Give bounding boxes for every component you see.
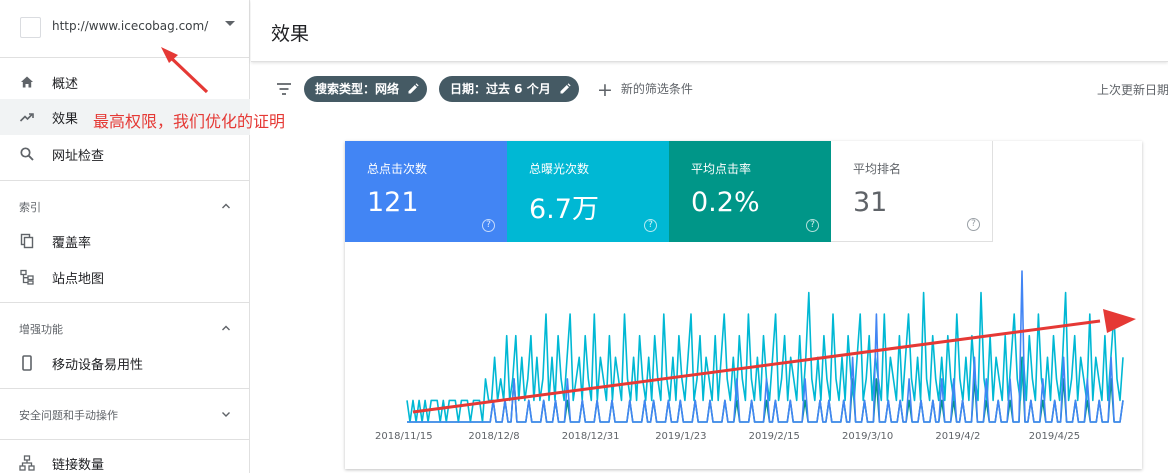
divider (0, 388, 250, 389)
sidebar-item-label: 站点地图 (52, 272, 105, 287)
plus-icon: + (597, 79, 613, 101)
annotation-text: 最高权限，我们优化的证明 (93, 112, 286, 131)
sidebar-item-mobile-usability[interactable]: 移动设备易用性 (0, 345, 250, 381)
page-header: 效果 (251, 0, 1168, 62)
sitemap-icon (20, 269, 34, 285)
chip-label: 日期：过去 6 个月 (450, 82, 551, 96)
section-index[interactable]: 索引 (0, 190, 250, 222)
sidebar-item-label: 移动设备易用性 (52, 358, 144, 373)
section-label: 增强功能 (19, 323, 63, 336)
network-icon (19, 455, 35, 471)
section-label: 安全问题和手动操作 (19, 409, 118, 422)
sidebar-item-sitemaps[interactable]: 站点地图 (0, 259, 250, 295)
pencil-icon[interactable] (559, 83, 571, 95)
home-icon (21, 76, 33, 88)
performance-line-chart (406, 270, 1124, 423)
add-filter-label: 新的筛选条件 (620, 82, 693, 96)
sidebar-item-label: 效果 (52, 112, 79, 127)
x-tick-label: 2019/4/2 (935, 431, 981, 442)
search-type-filter-chip[interactable]: 搜索类型：网络 (304, 76, 428, 102)
x-tick-label: 2019/3/10 (842, 431, 894, 442)
date-filter-chip[interactable]: 日期：过去 6 个月 (439, 76, 579, 102)
filter-icon[interactable] (275, 81, 293, 97)
smartphone-icon (22, 355, 32, 371)
chevron-up-icon[interactable] (220, 322, 232, 334)
section-enhancements[interactable]: 增强功能 (0, 312, 250, 344)
section-label: 索引 (19, 201, 41, 214)
chip-label: 搜索类型：网络 (315, 82, 400, 96)
page-title: 效果 (271, 23, 310, 45)
performance-card: 总点击次数 121 ? 总曝光次数 6.7万 ? 平均点击率 0.2% ? 平均… (345, 141, 1142, 469)
property-url: http://www.icecobag.com/ (52, 19, 209, 33)
property-favicon (20, 17, 41, 38)
chevron-down-icon[interactable] (220, 408, 232, 420)
dropdown-arrow-icon[interactable] (225, 21, 235, 26)
section-security[interactable]: 安全问题和手动操作 (0, 398, 250, 430)
x-tick-label: 2018/12/8 (468, 431, 520, 442)
search-icon (20, 147, 34, 161)
sidebar-item-links[interactable]: 链接数量 (0, 445, 250, 473)
x-tick-label: 2018/12/31 (561, 431, 620, 442)
sidebar-item-label: 覆盖率 (52, 236, 92, 251)
x-tick-label: 2019/1/23 (655, 431, 707, 442)
last-updated-text: 上次更新日期 (1097, 83, 1168, 97)
x-tick-label: 2018/11/15 (375, 431, 433, 442)
sidebar: http://www.icecobag.com/ 概述 效果 网址检查 索引 覆… (0, 0, 250, 473)
trending-up-icon (19, 113, 34, 122)
pencil-icon[interactable] (407, 83, 419, 95)
sidebar-item-label: 网址检查 (52, 149, 105, 164)
x-tick-label: 2019/4/25 (1028, 431, 1081, 442)
add-filter-button[interactable]: + 新的筛选条件 (597, 79, 693, 101)
sidebar-item-coverage[interactable]: 覆盖率 (0, 223, 250, 259)
chevron-up-icon[interactable] (220, 200, 232, 212)
property-selector[interactable]: http://www.icecobag.com/ (0, 0, 250, 58)
sidebar-item-label: 链接数量 (52, 458, 105, 473)
x-axis-labels: 2018/11/15 2018/12/8 2018/12/31 2019/1/23 20… (345, 431, 1142, 447)
divider (0, 302, 250, 303)
divider (0, 439, 250, 440)
copy-icon (20, 233, 34, 249)
sidebar-item-label: 概述 (52, 77, 79, 92)
x-tick-label: 2019/2/15 (748, 431, 800, 442)
filter-bar: 搜索类型：网络 日期：过去 6 个月 + 新的筛选条件 上次更新日期 (251, 66, 1168, 112)
sidebar-item-url-inspection[interactable]: 网址检查 (0, 136, 250, 172)
divider (0, 180, 250, 181)
sidebar-item-overview[interactable]: 概述 (0, 64, 250, 100)
